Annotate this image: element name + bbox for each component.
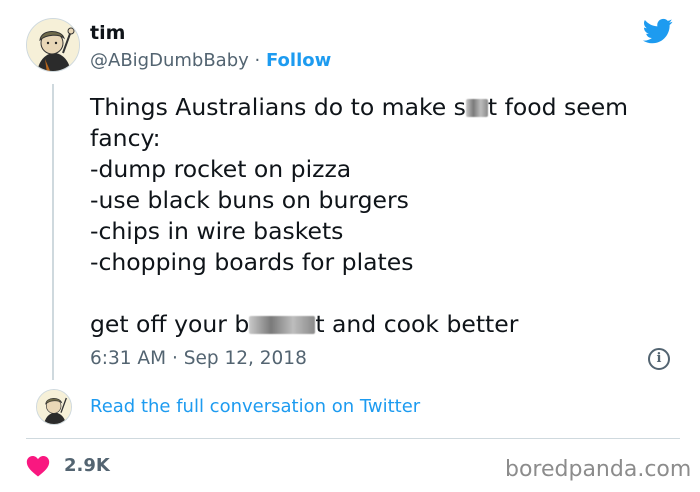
author-handle-row: @ABigDumbBaby · Follow [90, 50, 331, 71]
read-conversation-link[interactable]: Read the full conversation on Twitter [90, 396, 420, 417]
avatar-illustration [27, 19, 79, 71]
tweet-line-2: fancy: [90, 124, 161, 152]
like-count[interactable]: 2.9K [64, 455, 110, 476]
tweet-line-6: -chopping boards for plates [90, 248, 414, 276]
handle-separator: · [254, 50, 261, 71]
divider [26, 438, 680, 439]
tweet-line-4: -use black buns on burgers [90, 186, 409, 214]
timestamp[interactable]: 6:31 AM · Sep 12, 2018 [90, 348, 307, 369]
avatar-illustration [37, 390, 71, 424]
tweet-line-3: -dump rocket on pizza [90, 155, 352, 183]
tweet-date[interactable]: Sep 12, 2018 [184, 348, 307, 369]
twitter-bird-icon[interactable] [641, 16, 675, 46]
tweet-line-7: get off your bt and cook better [90, 310, 519, 338]
timestamp-separator: · [171, 348, 178, 369]
follow-button[interactable]: Follow [266, 50, 331, 71]
censor-blur [249, 316, 316, 334]
info-icon[interactable]: i [648, 348, 670, 370]
heart-icon[interactable] [26, 455, 50, 477]
small-avatar[interactable] [36, 389, 72, 425]
tweet-line-5: -chips in wire baskets [90, 217, 344, 245]
thread-line [52, 84, 54, 380]
tweet-time[interactable]: 6:31 AM [90, 348, 166, 369]
watermark: boredpanda.com [505, 457, 692, 482]
tweet-text: Things Australians do to make st food se… [90, 92, 680, 340]
author-avatar[interactable] [26, 18, 80, 72]
author-handle[interactable]: @ABigDumbBaby [90, 50, 249, 71]
author-name[interactable]: tim [90, 22, 125, 44]
tweet-line-1: Things Australians do to make st food se… [90, 93, 629, 121]
censor-blur [465, 99, 488, 117]
